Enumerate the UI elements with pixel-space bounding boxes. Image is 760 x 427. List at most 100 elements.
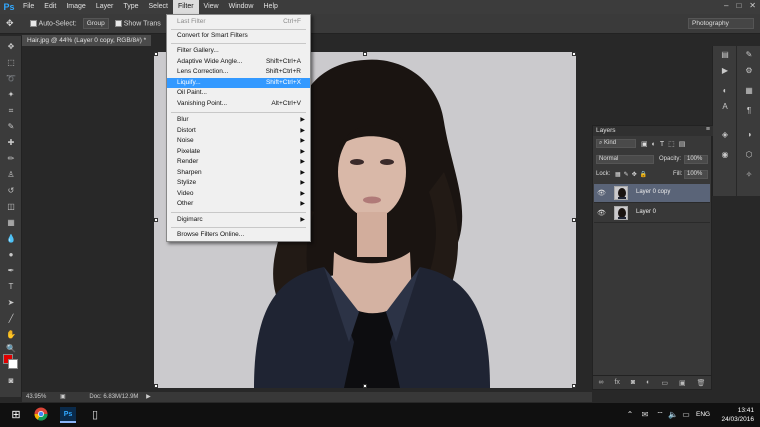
app-taskbar-icon[interactable]: ▯ — [87, 407, 103, 423]
menu-type[interactable]: Type — [118, 0, 143, 14]
swatches-icon[interactable]: ▦ — [743, 86, 755, 96]
link-layers-icon[interactable]: ∞ — [598, 379, 603, 386]
render-submenu-item[interactable]: Render ▶ — [167, 157, 310, 167]
paths-panel-icon[interactable]: ✧ — [743, 170, 755, 180]
pen-tool-icon[interactable]: ✒ — [5, 266, 17, 276]
menu-help[interactable]: Help — [259, 0, 283, 14]
menu-filter[interactable]: Filter — [172, 0, 199, 14]
blur-tool-icon[interactable]: 💧 — [5, 234, 17, 244]
background-color-swatch[interactable] — [8, 359, 18, 369]
battery-icon[interactable]: ▭ — [681, 407, 691, 423]
opacity-input[interactable]: 100% — [684, 155, 708, 164]
magic-wand-tool-icon[interactable]: ✦ — [5, 90, 17, 100]
layer-row[interactable]: 👁 Layer 0 — [594, 204, 710, 223]
crop-tool-icon[interactable]: ⌗ — [5, 106, 17, 116]
document-tab[interactable]: Hair.jpg @ 44% (Layer 0 copy, RGB/8#) * — [22, 35, 152, 46]
other-submenu-item[interactable]: Other ▶ — [167, 199, 310, 209]
lasso-tool-icon[interactable]: ➰ — [5, 74, 17, 84]
menu-image[interactable]: Image — [61, 0, 90, 14]
transform-handle[interactable] — [572, 52, 576, 56]
filter-gallery-item[interactable]: Filter Gallery... — [167, 46, 310, 56]
wifi-icon[interactable]: ⌔ — [655, 407, 665, 423]
menu-layer[interactable]: Layer — [91, 0, 119, 14]
history-brush-tool-icon[interactable]: ↺ — [5, 186, 17, 196]
shape-tool-icon[interactable]: ╱ — [5, 314, 17, 324]
taskbar-clock[interactable]: 13:41 24/03/2016 — [721, 406, 754, 424]
distort-submenu-item[interactable]: Distort ▶ — [167, 126, 310, 136]
network-icon[interactable]: ✉ — [640, 407, 650, 423]
transform-handle[interactable] — [154, 218, 158, 222]
layer-row[interactable]: 👁 Layer 0 copy — [594, 184, 710, 203]
video-submenu-item[interactable]: Video ▶ — [167, 189, 310, 199]
auto-select-checkbox[interactable]: Auto-Select: — [29, 19, 77, 27]
menu-edit[interactable]: Edit — [39, 0, 61, 14]
fill-input[interactable]: 100% — [684, 170, 708, 179]
pixelate-submenu-item[interactable]: Pixelate ▶ — [167, 147, 310, 157]
new-layer-icon[interactable]: ▣ — [679, 379, 686, 387]
color-panel-icon[interactable]: ◐ — [719, 86, 731, 96]
convert-for-smart-filters-item[interactable]: Convert for Smart Filters — [167, 31, 310, 41]
layer-filter-icons[interactable]: ▣◐T⬚▤ — [641, 140, 709, 151]
marquee-tool-icon[interactable]: ⬚ — [5, 58, 17, 68]
lens-correction-item[interactable]: Lens Correction... Shift+Ctrl+R — [167, 67, 310, 77]
blur-submenu-item[interactable]: Blur ▶ — [167, 115, 310, 125]
new-group-icon[interactable]: ▭ — [661, 379, 668, 387]
last-filter-item[interactable]: Last Filter Ctrl+F — [167, 17, 310, 27]
minimize-button[interactable]: – — [724, 1, 728, 10]
type-tool-icon[interactable]: T — [5, 282, 17, 292]
brush-presets-icon[interactable]: ✎ — [743, 50, 755, 60]
menu-select[interactable]: Select — [144, 0, 173, 14]
sharpen-submenu-item[interactable]: Sharpen ▶ — [167, 168, 310, 178]
vanishing-point-item[interactable]: Vanishing Point... Alt+Ctrl+V — [167, 99, 310, 109]
zoom-tool-icon[interactable]: 🔍 — [5, 344, 17, 354]
adaptive-wide-angle-item[interactable]: Adaptive Wide Angle... Shift+Ctrl+A — [167, 57, 310, 67]
adjustments-panel-icon[interactable]: ◑ — [743, 130, 755, 140]
auto-select-target-dropdown[interactable]: Group — [82, 18, 109, 29]
layers-panel-icon[interactable]: ◈ — [719, 130, 731, 140]
notifications-chevron-icon[interactable]: ⌃ — [625, 407, 635, 423]
panel-menu-icon[interactable]: ≡ — [706, 126, 710, 133]
menu-view[interactable]: View — [199, 0, 224, 14]
adjustment-layer-icon[interactable]: ◐ — [646, 379, 650, 386]
photoshop-taskbar-icon[interactable]: Ps — [60, 407, 76, 423]
move-tool-icon[interactable]: ✥ — [5, 42, 17, 52]
eyedropper-tool-icon[interactable]: ✎ — [5, 122, 17, 132]
transform-handle[interactable] — [572, 384, 576, 388]
dodge-tool-icon[interactable]: ● — [5, 250, 17, 260]
move-tool-icon[interactable]: ✥ — [6, 18, 14, 29]
path-selection-tool-icon[interactable]: ➤ — [5, 298, 17, 308]
blend-mode-dropdown[interactable]: Normal — [596, 155, 654, 164]
actions-panel-icon[interactable]: ▶ — [719, 66, 731, 76]
language-indicator[interactable]: ENG — [696, 411, 710, 418]
paragraph-panel-icon[interactable]: ¶ — [743, 106, 755, 116]
delete-layer-icon[interactable]: 🗑 — [697, 379, 706, 387]
character-panel-icon[interactable]: A — [719, 102, 731, 112]
transform-handle[interactable] — [572, 218, 576, 222]
layers-tab[interactable]: Layers ≡ — [593, 126, 713, 136]
workspace-dropdown[interactable]: Photography — [688, 18, 754, 29]
gradient-tool-icon[interactable]: ▦ — [5, 218, 17, 228]
close-button[interactable]: ✕ — [749, 1, 756, 10]
healing-brush-tool-icon[interactable]: ✚ — [5, 138, 17, 148]
layer-style-icon[interactable]: fx — [614, 379, 619, 386]
history-panel-icon[interactable]: ▤ — [719, 50, 731, 60]
add-mask-icon[interactable]: ◙ — [631, 379, 635, 386]
eraser-tool-icon[interactable]: ◫ — [5, 202, 17, 212]
noise-submenu-item[interactable]: Noise ▶ — [167, 136, 310, 146]
transform-handle[interactable] — [363, 52, 367, 56]
status-arrow-icon[interactable]: ▶ — [146, 394, 151, 400]
transform-handle[interactable] — [154, 52, 158, 56]
transform-handle[interactable] — [363, 384, 367, 388]
digimarc-submenu-item[interactable]: Digimarc ▶ — [167, 215, 310, 225]
chrome-icon[interactable] — [33, 407, 49, 423]
show-transform-checkbox[interactable]: Show Trans — [114, 19, 161, 27]
brush-tool-icon[interactable]: ✏ — [5, 154, 17, 164]
hand-tool-icon[interactable]: ✋ — [5, 330, 17, 340]
stylize-submenu-item[interactable]: Stylize ▶ — [167, 178, 310, 188]
lock-icons[interactable]: ▦✎✥🔒 — [615, 171, 650, 182]
tool-presets-icon[interactable]: ⚙ — [743, 66, 755, 76]
status-icon[interactable]: ▣ — [60, 394, 66, 400]
volume-icon[interactable]: 🔈 — [668, 407, 678, 423]
channels-panel-icon[interactable]: ◉ — [719, 150, 731, 160]
zoom-level[interactable]: 43.95% — [26, 394, 46, 400]
